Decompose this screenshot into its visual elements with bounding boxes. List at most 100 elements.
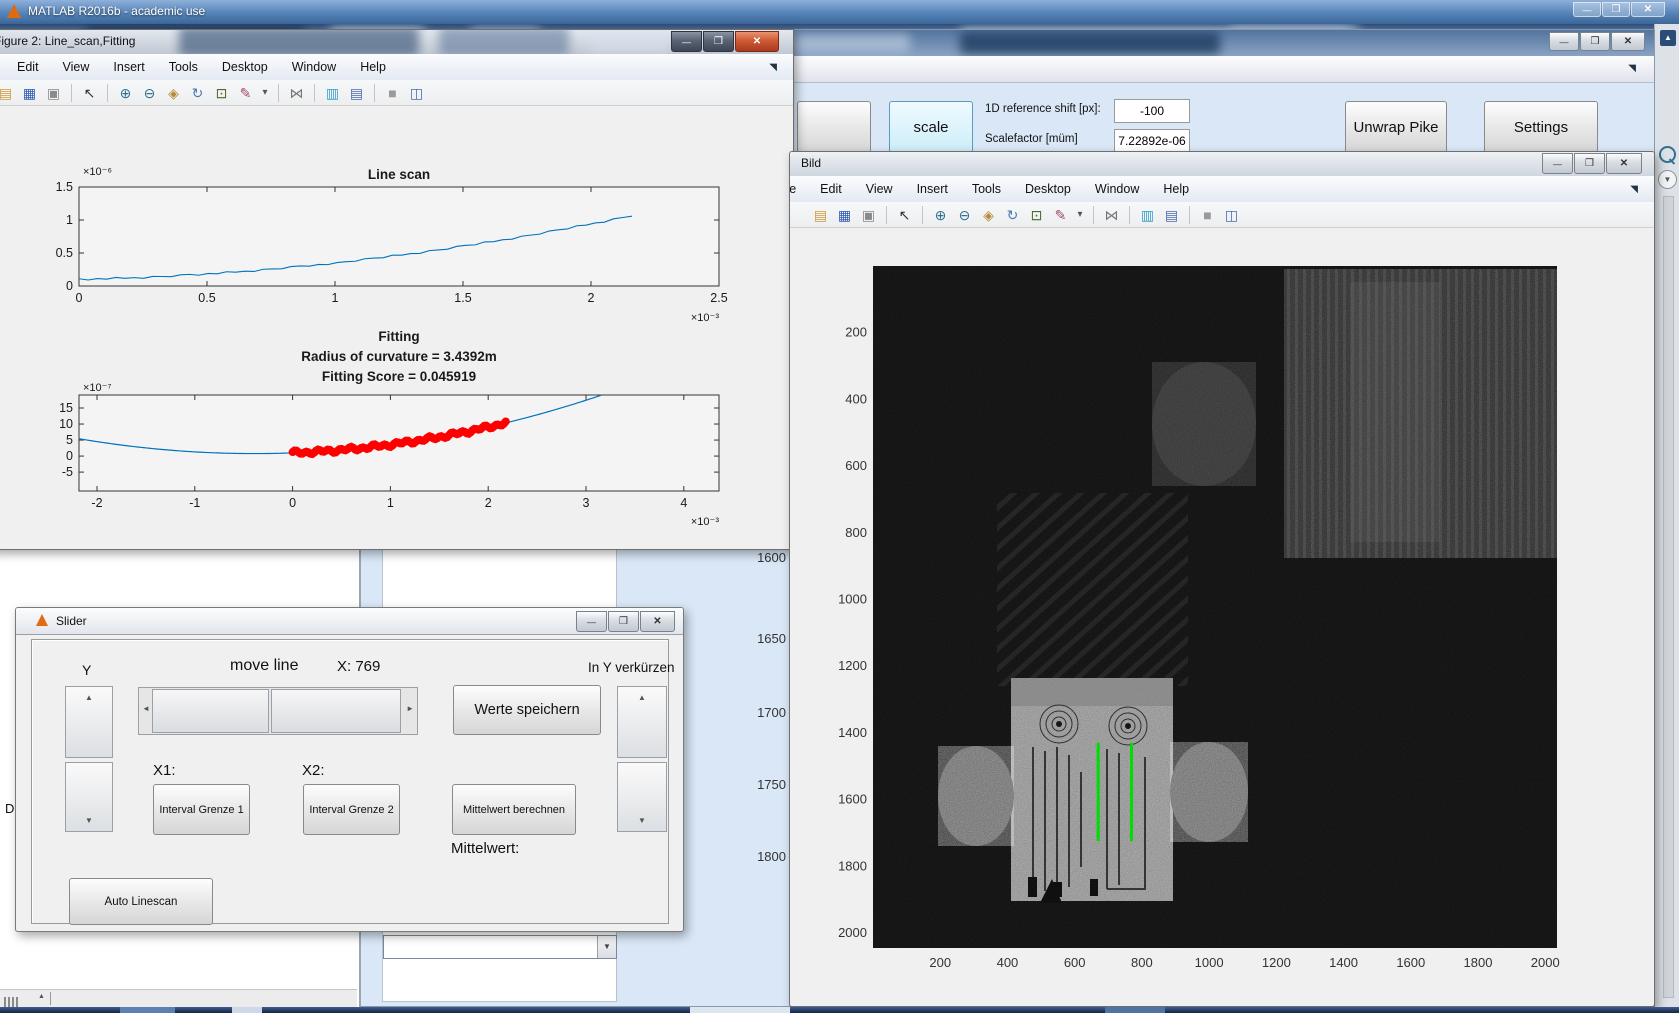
- mittelwert-berechnen-button[interactable]: Mittelwert berechnen: [452, 784, 576, 835]
- menu-item-view[interactable]: View: [63, 60, 90, 74]
- menu-item-desktop[interactable]: Desktop: [222, 60, 268, 74]
- maximize-button[interactable]: [1574, 153, 1605, 174]
- close-button[interactable]: [1631, 2, 1665, 17]
- taskbar-item[interactable]: [232, 1007, 262, 1013]
- pan-icon[interactable]: ◈: [165, 85, 182, 101]
- plot-tools-on-icon[interactable]: ◫: [408, 85, 425, 101]
- colorbar-icon[interactable]: ▥: [324, 85, 341, 101]
- chevron-icon[interactable]: ◥: [769, 62, 777, 73]
- menu-item-help[interactable]: Help: [360, 60, 386, 74]
- close-button[interactable]: [640, 611, 675, 632]
- link-plot-icon[interactable]: ⋈: [1103, 207, 1120, 223]
- scalefactor-input[interactable]: [1114, 129, 1190, 153]
- save-icon[interactable]: ▦: [21, 85, 38, 101]
- data-cursor-icon[interactable]: ⊡: [213, 85, 230, 101]
- menu-item-tools[interactable]: Tools: [972, 182, 1001, 196]
- minimize-button[interactable]: [576, 611, 607, 632]
- maximize-button[interactable]: [1580, 32, 1610, 51]
- chevron-down-circle-icon[interactable]: ▼: [1658, 170, 1677, 189]
- chevron-icon[interactable]: ◥: [1628, 63, 1636, 74]
- plot-tools-off-icon[interactable]: ■: [384, 85, 401, 101]
- data-cursor-icon[interactable]: ⊡: [1028, 207, 1045, 223]
- brush-icon[interactable]: ✎: [1052, 207, 1069, 223]
- zoom-out-icon[interactable]: ⊖: [141, 85, 158, 101]
- maximize-button[interactable]: [703, 31, 734, 52]
- shorten-slider-down[interactable]: [617, 762, 667, 832]
- plot-tools-off-icon[interactable]: ■: [1199, 207, 1216, 223]
- search-icon[interactable]: [1659, 146, 1676, 165]
- pan-icon[interactable]: ◈: [980, 207, 997, 223]
- interval-grenze1-button[interactable]: Interval Grenze 1: [153, 784, 250, 835]
- partial-button[interactable]: [797, 101, 871, 153]
- move-line-slider-track[interactable]: [138, 687, 418, 735]
- bild-titlebar[interactable]: Bild: [790, 152, 1654, 177]
- menu-item-edit[interactable]: Edit: [820, 182, 842, 196]
- menu-item-insert[interactable]: Insert: [113, 60, 144, 74]
- legend-icon[interactable]: ▤: [348, 85, 365, 101]
- ref-shift-input[interactable]: [1114, 99, 1190, 123]
- auto-linescan-button[interactable]: Auto Linescan: [69, 878, 213, 925]
- interferogram-image[interactable]: [873, 266, 1557, 948]
- expand-icon[interactable]: ▲: [38, 993, 45, 1000]
- zoom-out-icon[interactable]: ⊖: [956, 207, 973, 223]
- scale-button[interactable]: scale: [889, 101, 973, 153]
- close-button[interactable]: [1606, 153, 1642, 174]
- restore-button[interactable]: [1602, 2, 1630, 17]
- legend-icon[interactable]: ▤: [1163, 207, 1180, 223]
- rotate-3d-icon[interactable]: ↻: [189, 85, 206, 101]
- menu-item-file[interactable]: File: [790, 182, 796, 196]
- menu-item-edit[interactable]: Edit: [17, 60, 39, 74]
- menu-item-window[interactable]: Window: [292, 60, 336, 74]
- pointer-icon[interactable]: ↖: [896, 207, 913, 223]
- interval-grenze2-button[interactable]: Interval Grenze 2: [303, 784, 400, 835]
- slider-thumb[interactable]: [152, 689, 269, 733]
- open-icon[interactable]: ▤: [812, 207, 829, 223]
- open-icon[interactable]: ▤: [0, 85, 14, 101]
- taskbar-item[interactable]: [1105, 1007, 1165, 1013]
- save-icon[interactable]: ▦: [836, 207, 853, 223]
- slider-left-arrow[interactable]: [142, 704, 150, 713]
- settings-button[interactable]: Settings: [1484, 101, 1598, 153]
- dropdown-icon[interactable]: ▾: [1076, 207, 1084, 223]
- minimize-button[interactable]: [1549, 32, 1579, 51]
- print-icon[interactable]: ▣: [860, 207, 877, 223]
- brush-icon[interactable]: ✎: [237, 85, 254, 101]
- zoom-in-icon[interactable]: ⊕: [932, 207, 949, 223]
- bild-image-axes[interactable]: 200 400 600 800 1000 1200 1400 1600 1800 2000 200 4…: [790, 227, 1654, 1006]
- chevron-icon[interactable]: ◥: [1630, 184, 1638, 195]
- menu-item-tools[interactable]: Tools: [169, 60, 198, 74]
- menu-item-window[interactable]: Window: [1095, 182, 1139, 196]
- collapse-ribbon-icon[interactable]: ▲: [1660, 30, 1676, 46]
- link-plot-icon[interactable]: ⋈: [288, 85, 305, 101]
- y-slider-down[interactable]: [65, 762, 113, 832]
- slider-titlebar[interactable]: Slider: [16, 608, 683, 635]
- menu-item-view[interactable]: View: [866, 182, 893, 196]
- menu-item-desktop[interactable]: Desktop: [1025, 182, 1071, 196]
- slider-thumb[interactable]: [271, 689, 401, 733]
- taskbar[interactable]: [0, 1007, 1679, 1013]
- taskbar-item[interactable]: [120, 1007, 175, 1013]
- minimize-button[interactable]: [1573, 2, 1601, 17]
- colorbar-icon[interactable]: ▥: [1139, 207, 1156, 223]
- minimize-button[interactable]: [671, 31, 702, 52]
- slider-right-arrow[interactable]: [406, 704, 414, 713]
- minimize-button[interactable]: [1542, 153, 1573, 174]
- taskbar-item[interactable]: [690, 1007, 790, 1013]
- pointer-icon[interactable]: ↖: [81, 85, 98, 101]
- shorten-slider-up[interactable]: [617, 686, 667, 758]
- dropdown-icon[interactable]: ▾: [261, 85, 269, 101]
- rotate-3d-icon[interactable]: ↻: [1004, 207, 1021, 223]
- close-button[interactable]: [1611, 32, 1645, 51]
- close-button[interactable]: [735, 31, 779, 52]
- figure2-titlebar[interactable]: Figure 2: Line_scan,Fitting: [0, 30, 793, 55]
- maximize-button[interactable]: [608, 611, 639, 632]
- menu-item-help[interactable]: Help: [1163, 182, 1189, 196]
- werte-speichern-button[interactable]: Werte speichern: [453, 685, 601, 735]
- print-icon[interactable]: ▣: [45, 85, 62, 101]
- unwrap-pike-button[interactable]: Unwrap Pike: [1345, 101, 1447, 153]
- dropdown-select[interactable]: ▼: [383, 935, 617, 959]
- plot-tools-on-icon[interactable]: ◫: [1223, 207, 1240, 223]
- zoom-in-icon[interactable]: ⊕: [117, 85, 134, 101]
- menu-item-insert[interactable]: Insert: [917, 182, 948, 196]
- y-slider-up[interactable]: [65, 686, 113, 758]
